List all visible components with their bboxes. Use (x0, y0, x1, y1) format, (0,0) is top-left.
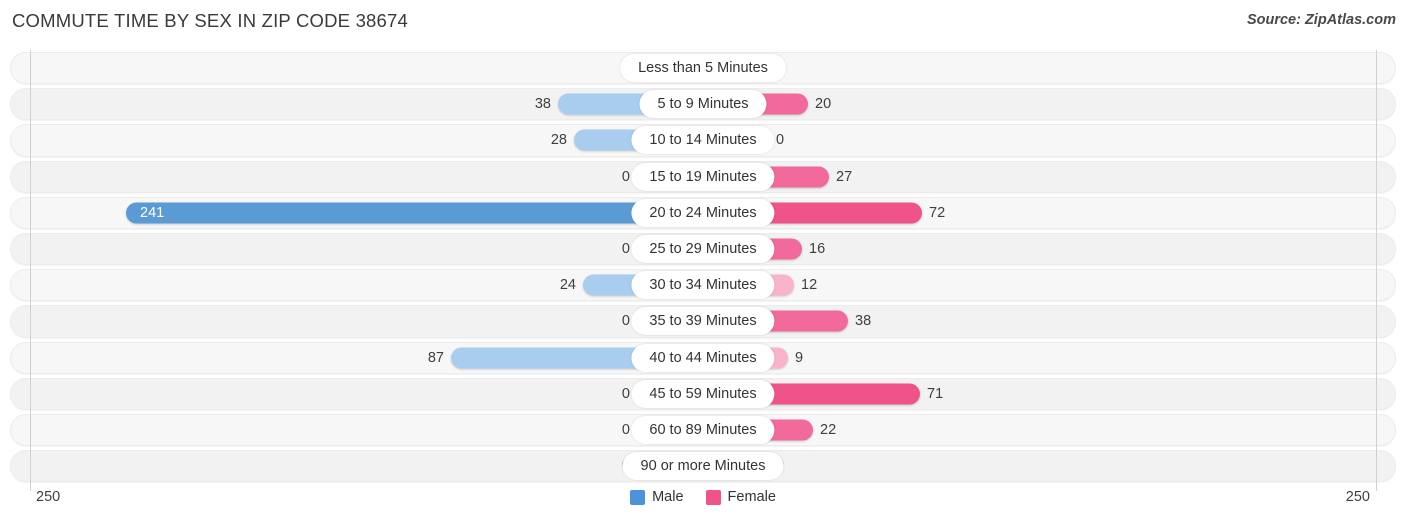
category-label: 60 to 89 Minutes (631, 415, 775, 444)
bar-male[interactable] (126, 202, 703, 224)
bar-value-male: 0 (621, 168, 630, 185)
bar-row[interactable]: 0 38 35 to 39 Minutes (0, 303, 1406, 339)
bar-value-female: 72 (929, 204, 946, 221)
bar-value-male: 28 (550, 132, 567, 149)
legend-label-male: Male (652, 489, 684, 505)
bar-value-female: 12 (801, 277, 818, 294)
category-label: 5 to 9 Minutes (639, 90, 767, 119)
row-bars: 87 9 40 to 44 Minutes (0, 340, 1406, 376)
category-label: 20 to 24 Minutes (631, 198, 775, 227)
bar-value-male: 0 (621, 241, 630, 258)
row-bars: 0 22 60 to 89 Minutes (0, 412, 1406, 448)
bar-value-female: 22 (820, 421, 837, 438)
legend: Male Female (0, 489, 1406, 505)
legend-item-male[interactable]: Male (630, 489, 684, 505)
legend-swatch-female-icon (705, 489, 721, 505)
row-bars: 38 20 5 to 9 Minutes (0, 86, 1406, 122)
source-attribution: Source: ZipAtlas.com (1246, 12, 1396, 28)
bar-row[interactable]: 0 16 25 to 29 Minutes (0, 231, 1406, 267)
bar-rows-container: 00Less than 5 Minutes38205 to 9 Minutes2… (0, 50, 1406, 484)
row-bars: 24 12 30 to 34 Minutes (0, 267, 1406, 303)
bar-value-female: 0 (776, 132, 785, 149)
bar-row[interactable]: 24 12 30 to 34 Minutes (0, 267, 1406, 303)
row-bars: 0 38 35 to 39 Minutes (0, 303, 1406, 339)
bar-row[interactable]: 38 20 5 to 9 Minutes (0, 86, 1406, 122)
bar-value-male: 0 (621, 421, 630, 438)
chart-page: COMMUTE TIME BY SEX IN ZIP CODE 38674 So… (0, 0, 1406, 523)
legend-item-female[interactable]: Female (705, 489, 776, 505)
chart-footer: 250 250 Male Female (0, 487, 1406, 523)
bar-value-female: 38 (855, 313, 872, 330)
category-label: 25 to 29 Minutes (631, 235, 775, 264)
bar-value-male: 24 (559, 277, 576, 294)
bar-row[interactable]: 0090 or more Minutes (0, 448, 1406, 484)
bar-value-female: 16 (809, 241, 826, 258)
category-label: 35 to 39 Minutes (631, 307, 775, 336)
bar-value-male: 241 (140, 204, 165, 221)
category-label: 40 to 44 Minutes (631, 343, 775, 372)
category-label: 45 to 59 Minutes (631, 379, 775, 408)
row-bars: 28 0 10 to 14 Minutes (0, 122, 1406, 158)
category-label: 15 to 19 Minutes (631, 162, 775, 191)
bar-value-male: 87 (427, 349, 444, 366)
row-bars: 0 27 15 to 19 Minutes (0, 159, 1406, 195)
bar-value-male: 0 (621, 313, 630, 330)
row-bars: 00Less than 5 Minutes (0, 50, 1406, 86)
category-label: 10 to 14 Minutes (631, 126, 775, 155)
plot-area: 00Less than 5 Minutes38205 to 9 Minutes2… (0, 50, 1406, 491)
bar-value-female: 27 (836, 168, 853, 185)
bar-row[interactable]: 87 9 40 to 44 Minutes (0, 340, 1406, 376)
row-bars: 0 16 25 to 29 Minutes (0, 231, 1406, 267)
category-label: 30 to 34 Minutes (631, 271, 775, 300)
bar-row[interactable]: 0 71 45 to 59 Minutes (0, 376, 1406, 412)
row-bars: 241 72 20 to 24 Minutes (0, 195, 1406, 231)
bar-row[interactable]: 0 27 15 to 19 Minutes (0, 159, 1406, 195)
row-bars: 0 71 45 to 59 Minutes (0, 376, 1406, 412)
legend-swatch-male-icon (630, 489, 646, 505)
bar-row[interactable]: 00Less than 5 Minutes (0, 50, 1406, 86)
category-label: Less than 5 Minutes (620, 54, 786, 83)
row-bars: 0090 or more Minutes (0, 448, 1406, 484)
bar-row[interactable]: 28 0 10 to 14 Minutes (0, 122, 1406, 158)
bar-row[interactable]: 241 72 20 to 24 Minutes (0, 195, 1406, 231)
bar-value-female: 20 (815, 96, 832, 113)
bar-value-male: 38 (534, 96, 551, 113)
bar-value-female: 71 (927, 385, 944, 402)
bar-row[interactable]: 0 22 60 to 89 Minutes (0, 412, 1406, 448)
page-title: COMMUTE TIME BY SEX IN ZIP CODE 38674 (12, 10, 409, 31)
bar-value-female: 9 (795, 349, 804, 366)
bar-value-male: 0 (621, 385, 630, 402)
category-label: 90 or more Minutes (622, 452, 784, 481)
legend-label-female: Female (727, 489, 776, 505)
